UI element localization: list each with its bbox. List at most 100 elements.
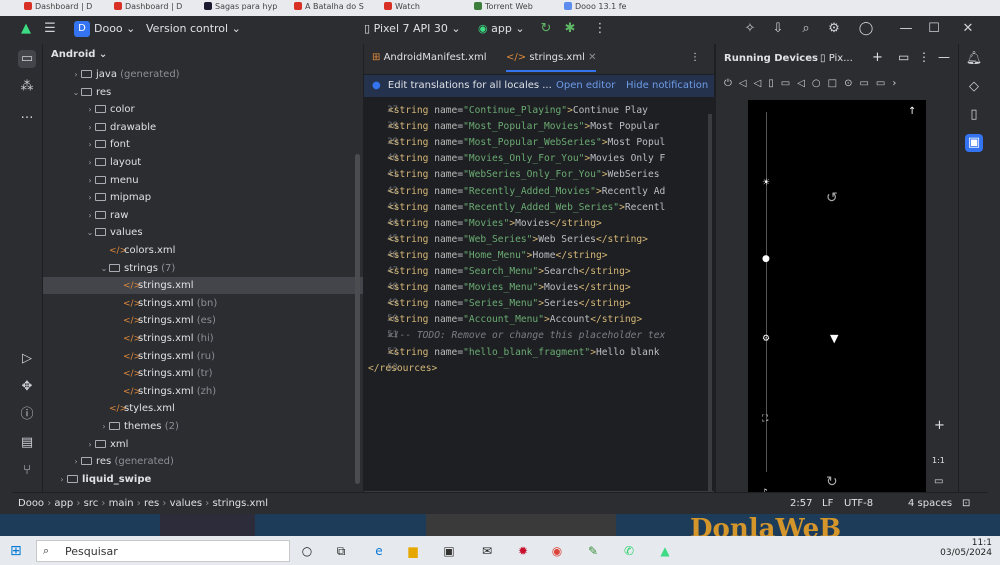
fit-screen-icon[interactable]: ▭: [934, 476, 943, 487]
edge-icon[interactable]: e: [370, 542, 388, 560]
cortana-icon[interactable]: ○: [298, 542, 316, 560]
code-line[interactable]: <string name="Movies_Menu">Movies</strin…: [388, 282, 631, 293]
debug-icon[interactable]: ✱: [562, 21, 578, 37]
expand-arrow-icon[interactable]: ›: [71, 453, 81, 470]
vcs-selector[interactable]: Version control ⌄: [146, 22, 241, 35]
minimize-panel-icon[interactable]: —: [938, 50, 950, 64]
lock-icon[interactable]: ●: [762, 254, 770, 264]
hide-notification-link[interactable]: Hide notification: [626, 75, 708, 97]
project-selector[interactable]: Dooo ⌄: [94, 22, 135, 35]
plugin-icon[interactable]: ✧: [742, 21, 758, 37]
tree-item[interactable]: </>strings.xml (ru): [43, 348, 363, 365]
account-icon[interactable]: ◯: [858, 21, 874, 37]
mail-icon[interactable]: ✉: [478, 542, 496, 560]
expand-arrow-icon[interactable]: ›: [85, 207, 95, 224]
tree-item[interactable]: ⌄ values: [43, 224, 363, 241]
tree-item[interactable]: › raw: [43, 207, 363, 224]
file-encoding[interactable]: UTF-8: [844, 493, 873, 514]
terminal-icon[interactable]: ▤: [18, 434, 36, 452]
chrome-icon[interactable]: ◉: [548, 542, 566, 560]
settings-gear-icon[interactable]: ⚙: [826, 21, 842, 37]
tree-scrollbar[interactable]: [355, 154, 360, 484]
code-line[interactable]: <string name="hello_blank_fragment">Hell…: [388, 347, 660, 358]
expand-arrow-icon[interactable]: ›: [85, 436, 95, 453]
browser-tab[interactable]: A Batalha do S: [294, 2, 364, 15]
git-icon[interactable]: ⑂: [18, 462, 36, 480]
more-actions-icon[interactable]: ⋮: [592, 21, 608, 37]
browser-tab[interactable]: Watch: [384, 2, 420, 15]
run-config-selector[interactable]: ◉ app ⌄: [478, 22, 525, 35]
code-line[interactable]: <string name="Account_Menu">Account</str…: [388, 314, 642, 325]
tree-item[interactable]: </>colors.xml: [43, 242, 363, 259]
code-line[interactable]: </resources>: [368, 363, 437, 374]
tab-androidmanifest[interactable]: ⊞ AndroidManifest.xml: [372, 52, 487, 63]
notifications-icon[interactable]: 🔔︎: [965, 50, 983, 68]
status-path-item[interactable]: app: [54, 498, 73, 509]
tree-item[interactable]: › layout: [43, 154, 363, 171]
notepad-icon[interactable]: ✎: [584, 542, 602, 560]
tree-item[interactable]: › java (generated): [43, 66, 363, 83]
forward-icon[interactable]: ↻: [826, 474, 838, 490]
add-device-icon[interactable]: +: [872, 50, 883, 65]
editor-scrollbar[interactable]: [708, 114, 712, 492]
back-arrow-icon[interactable]: ↑: [908, 106, 916, 117]
browser-tab[interactable]: Dashboard | D: [114, 2, 182, 15]
expand-arrow-icon[interactable]: ›: [85, 136, 95, 153]
code-line[interactable]: <string name="Home_Menu">Home</string>: [388, 250, 608, 261]
indent-setting[interactable]: 4 spaces: [908, 493, 952, 514]
tree-item[interactable]: </>strings.xml (tr): [43, 365, 363, 382]
code-line[interactable]: <string name="WebSeries_Only_For_You">We…: [388, 169, 660, 180]
expand-arrow-icon[interactable]: ›: [85, 101, 95, 118]
device-tab[interactable]: ▯ Pix...: [820, 53, 853, 64]
browser-tab[interactable]: Dashboard | D: [24, 2, 92, 15]
status-path-item[interactable]: main: [109, 498, 134, 509]
expand-arrow-icon[interactable]: ›: [85, 119, 95, 136]
app-icon[interactable]: ✹: [514, 542, 532, 560]
tree-item[interactable]: ⌄ strings (7): [43, 260, 363, 277]
expand-arrow-icon[interactable]: ›: [71, 66, 81, 83]
status-path-item[interactable]: src: [84, 498, 99, 509]
tree-item[interactable]: </>strings.xml (es): [43, 312, 363, 329]
code-line[interactable]: <string name="Movies_Only_For_You">Movie…: [388, 153, 665, 164]
file-explorer-icon[interactable]: ▆: [404, 542, 422, 560]
gemini-icon[interactable]: ◇: [965, 78, 983, 96]
taskbar-search-box[interactable]: ⌕ Pesquisar: [36, 540, 290, 562]
tree-item[interactable]: › res (generated): [43, 453, 363, 470]
tree-item[interactable]: </>strings.xml (hi): [43, 330, 363, 347]
tree-item[interactable]: › liquid_swipe: [43, 471, 363, 488]
tree-item[interactable]: </>strings.xml (bn): [43, 295, 363, 312]
minimize-icon[interactable]: —: [898, 21, 914, 37]
code-view[interactable]: 37 <string name="Continue_Playing">Contin…: [364, 97, 714, 477]
code-line[interactable]: <string name="Most_Popular_WebSeries">Mo…: [388, 137, 665, 148]
gradle-sync-icon[interactable]: ⇩: [770, 21, 786, 37]
tree-item[interactable]: › drawable: [43, 119, 363, 136]
tree-item[interactable]: </>strings.xml (zh): [43, 383, 363, 400]
line-separator[interactable]: LF: [822, 493, 833, 514]
rewind-icon[interactable]: ↺: [826, 190, 838, 206]
code-line[interactable]: <string name="Web_Series">Web Series</st…: [388, 234, 648, 245]
status-path-item[interactable]: strings.xml: [212, 498, 268, 509]
device-manager-icon[interactable]: ▯: [965, 106, 983, 124]
browser-tab[interactable]: Dooo 13.1 fe: [564, 2, 626, 15]
store-icon[interactable]: ▣: [440, 542, 458, 560]
tree-item[interactable]: ⌄ res: [43, 84, 363, 101]
settings-gear-icon[interactable]: ⚙: [762, 334, 770, 344]
project-tool-icon[interactable]: ▭: [18, 50, 36, 68]
tree-item[interactable]: › menu: [43, 172, 363, 189]
tree-item[interactable]: › font: [43, 136, 363, 153]
device-selector[interactable]: ▯ Pixel 7 API 30 ⌄: [364, 22, 461, 35]
browser-tab[interactable]: Torrent Web: [474, 2, 533, 15]
clock[interactable]: 11:1 03/05/2024: [932, 538, 992, 558]
open-editor-link[interactable]: Open editor: [556, 75, 615, 97]
device-controls-toolbar[interactable]: ⏻◁◁▯▭◁○□⊙▭▭›: [724, 78, 954, 94]
code-line[interactable]: <string name="Most_Popular_Movies">Most …: [388, 121, 660, 132]
android-studio-taskbar-icon[interactable]: ▲: [656, 542, 674, 560]
brightness-icon[interactable]: ☀: [762, 178, 770, 188]
code-line[interactable]: <string name="Recently_Added_Movies">Rec…: [388, 186, 665, 197]
expand-arrow-icon[interactable]: ⌄: [71, 84, 81, 101]
status-path-item[interactable]: values: [170, 498, 203, 509]
expand-arrow-icon[interactable]: ⌄: [85, 224, 95, 241]
structure-tool-icon[interactable]: ⁂: [18, 78, 36, 96]
expand-arrow-icon[interactable]: ⌄: [99, 260, 109, 277]
tree-item[interactable]: </>strings.xml: [43, 277, 363, 295]
